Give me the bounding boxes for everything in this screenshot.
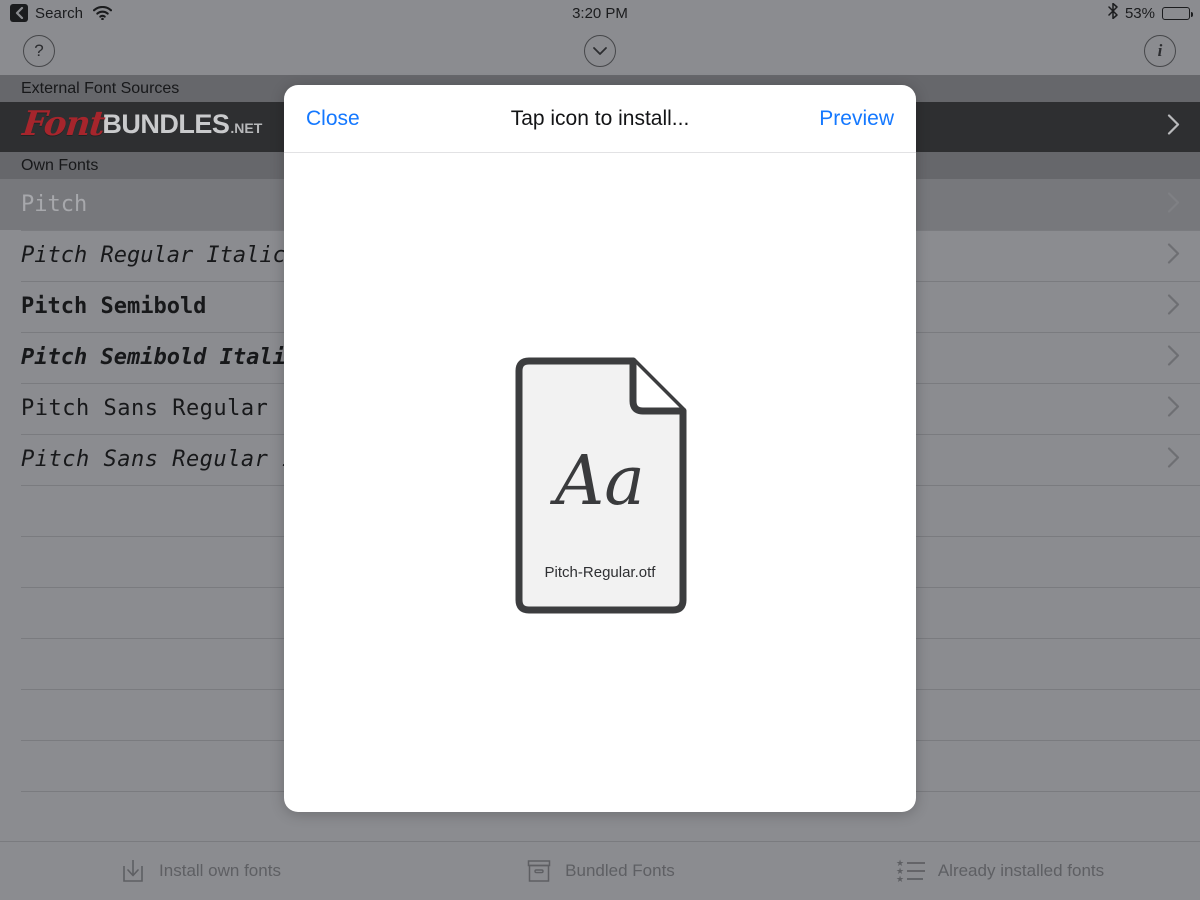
chevron-right-icon xyxy=(1167,114,1180,141)
battery-icon xyxy=(1162,6,1193,20)
help-button-label: ? xyxy=(34,41,44,60)
toolbar-item-install-own-fonts[interactable]: Install own fonts xyxy=(0,857,400,885)
font-sample-glyphs: Aa xyxy=(555,442,645,521)
info-button-label: i xyxy=(1157,41,1163,60)
question-mark-circle-icon[interactable]: ? xyxy=(23,35,55,67)
download-into-tray-icon xyxy=(119,857,147,885)
list-item-label: Pitch Regular Italic xyxy=(21,243,286,268)
toolbar-item-label: Bundled Fonts xyxy=(565,861,675,880)
info-circle-icon[interactable]: i xyxy=(1144,35,1176,67)
status-bar: Search 3:20 PM 53% xyxy=(0,0,1200,26)
list-item-label: Pitch Sans Regular xyxy=(21,396,269,421)
chevron-right-icon xyxy=(1167,191,1180,218)
toolbar-item-already-installed-fonts[interactable]: ★ ★ ★ Already installed fonts xyxy=(800,858,1200,884)
starred-list-icon: ★ ★ ★ xyxy=(896,858,926,884)
font-file-document-icon[interactable]: Aa Pitch-Regular.otf xyxy=(509,353,691,618)
install-font-modal: Close Tap icon to install... Preview Aa … xyxy=(284,85,916,812)
fontbundles-logo-script: Font xyxy=(20,104,107,144)
svg-text:★: ★ xyxy=(896,875,904,884)
chevron-down-circle-icon[interactable] xyxy=(584,35,616,67)
font-filename-label: Pitch-Regular.otf xyxy=(544,564,656,581)
chevron-right-icon xyxy=(1167,446,1180,473)
chevron-right-icon xyxy=(1167,344,1180,371)
chevron-right-icon xyxy=(1167,242,1180,269)
battery-percent-label: 53% xyxy=(1124,4,1155,22)
archive-box-icon xyxy=(525,857,553,885)
fontbundles-logo-bold: BUNDLES xyxy=(102,109,230,139)
bluetooth-icon xyxy=(1108,2,1118,23)
list-item-label: Pitch xyxy=(21,192,88,217)
toolbar-item-bundled-fonts[interactable]: Bundled Fonts xyxy=(400,857,800,885)
modal-body: Aa Pitch-Regular.otf xyxy=(284,153,916,812)
status-bar-clock: 3:20 PM xyxy=(572,4,628,22)
list-item-label: Pitch Semibold xyxy=(21,294,207,319)
toolbar-item-label: Already installed fonts xyxy=(937,861,1105,880)
toolbar-item-label: Install own fonts xyxy=(159,861,281,880)
modal-header: Close Tap icon to install... Preview xyxy=(284,85,916,153)
bottom-toolbar: Install own fonts Bundled Fonts ★ ★ ★ Al… xyxy=(0,841,1200,900)
fontbundles-logo: Font BUNDLES .NET xyxy=(0,102,263,152)
top-navigation-bar: ? i xyxy=(0,26,1200,75)
fontbundles-logo-suffix: .NET xyxy=(230,120,263,136)
list-item-label: Pitch Semibold Italic xyxy=(21,345,300,370)
chevron-right-icon xyxy=(1167,293,1180,320)
chevron-right-icon xyxy=(1167,395,1180,422)
app-root: Search 3:20 PM 53% ? i External Font Sou… xyxy=(0,0,1200,900)
status-bar-right: 53% xyxy=(1108,2,1193,23)
preview-button[interactable]: Preview xyxy=(819,107,894,131)
